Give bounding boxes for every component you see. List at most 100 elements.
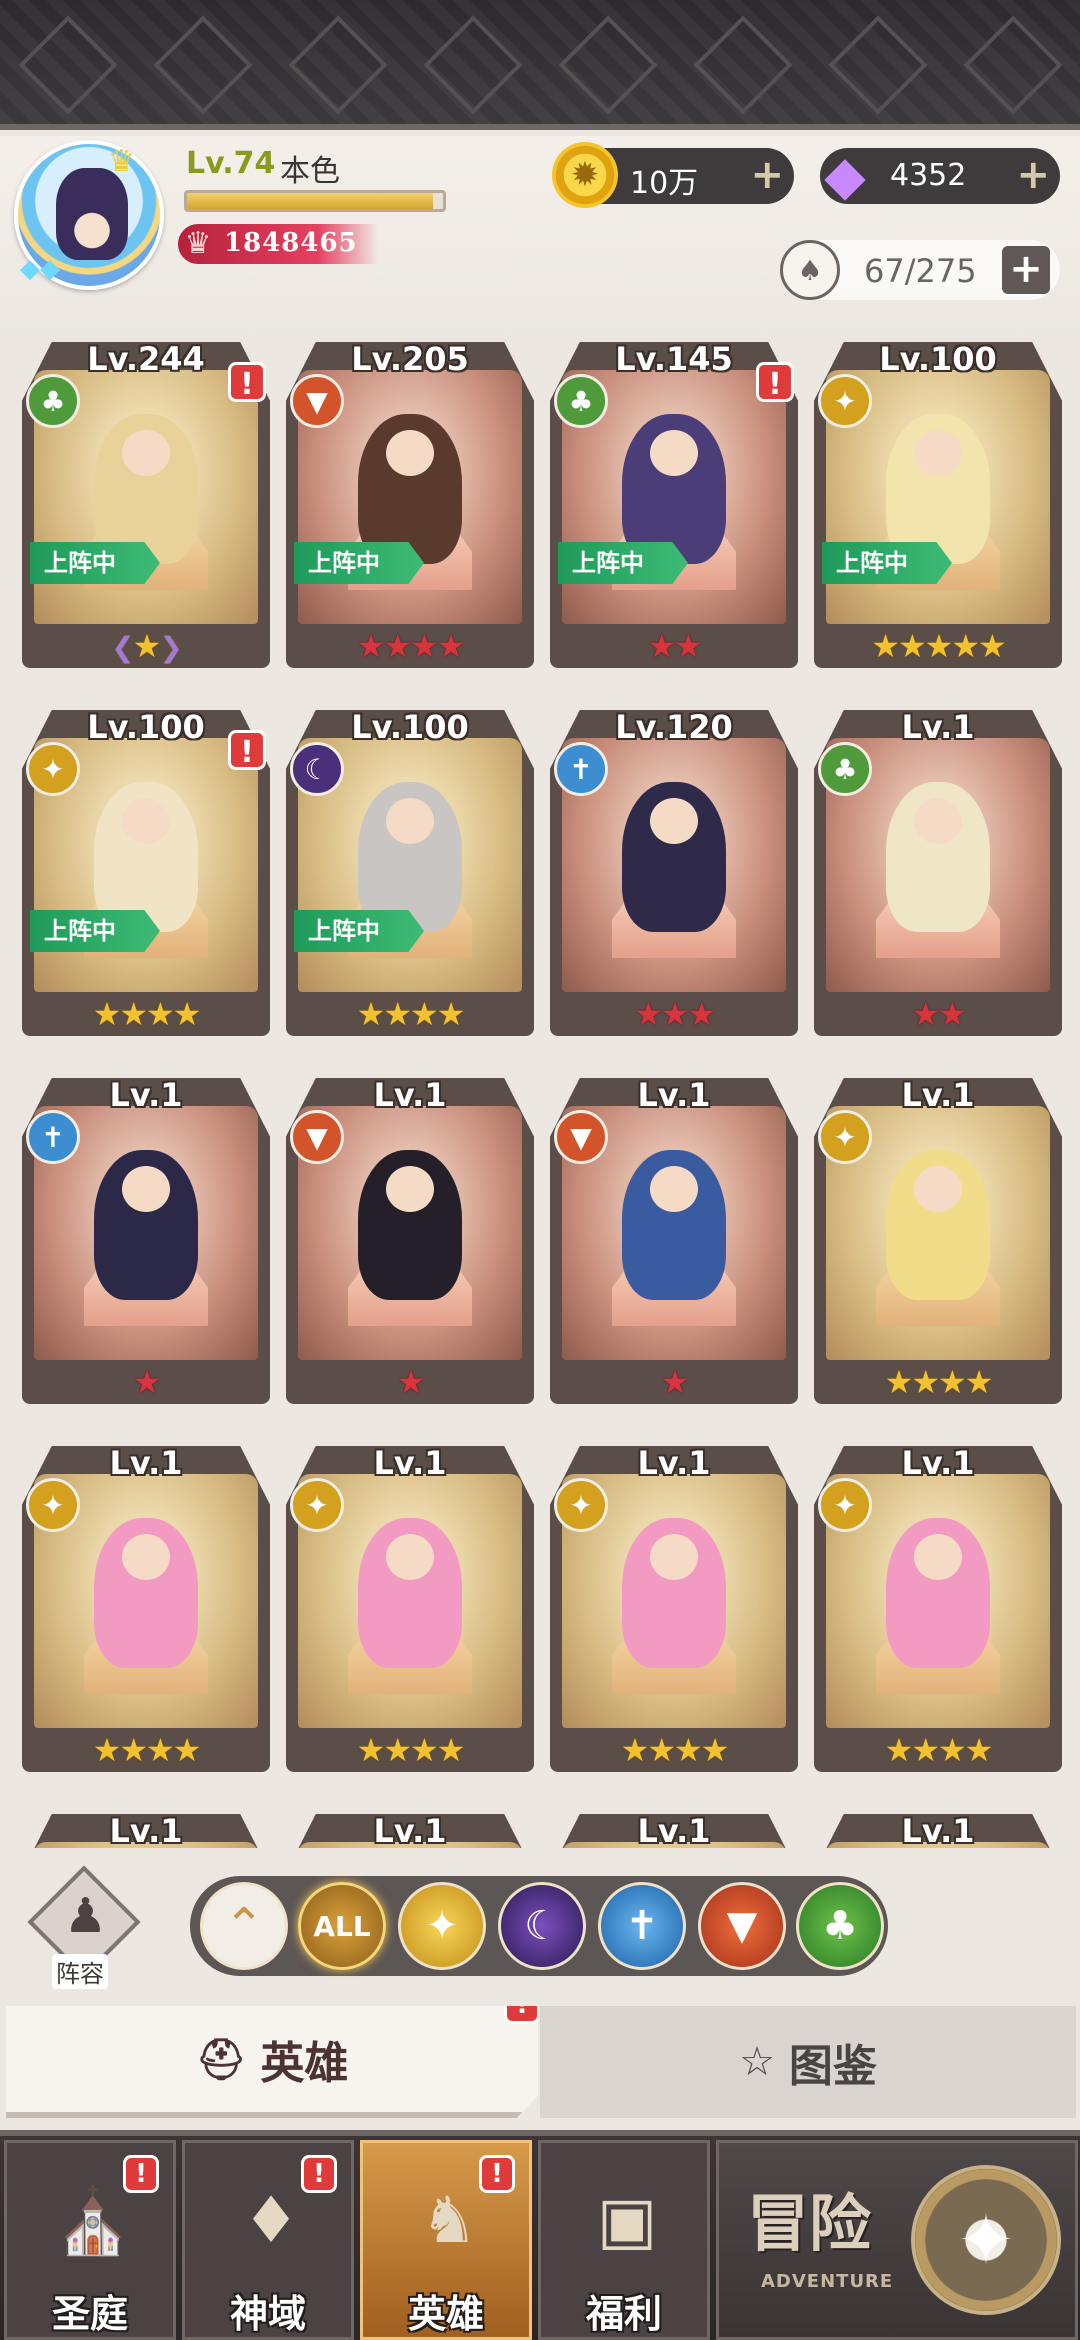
nature-faction-icon: ♣ xyxy=(554,374,608,428)
fire-faction-icon: ▼ xyxy=(290,1110,344,1164)
hero-card[interactable]: Lv.244 ♣! 上阵中 ❮★❯ xyxy=(22,330,270,670)
light-faction-icon: ✦ xyxy=(26,1478,80,1532)
alert-badge: ! xyxy=(228,362,266,402)
avatar-gems-icon: ◆◆ xyxy=(20,254,60,284)
hero-level: Lv.1 xyxy=(373,1812,447,1850)
star-rating: ★★ xyxy=(911,995,966,1033)
hero-sprite xyxy=(94,782,198,932)
filter-dark-button[interactable]: ☾ xyxy=(498,1882,586,1970)
nav-item-divine-realm[interactable]: ♦ ! 神域 xyxy=(182,2140,354,2340)
filter-light-button[interactable]: ✦ xyxy=(398,1882,486,1970)
deployed-tag: 上阵中 xyxy=(30,910,160,952)
hero-level: Lv.1 xyxy=(109,1444,183,1482)
hero-card[interactable]: Lv.1 ♣ ★★ xyxy=(814,698,1062,1038)
combat-power: ♛ 1848465 xyxy=(178,224,378,264)
hero-sprite xyxy=(886,782,990,932)
hero-card[interactable]: Lv.100 ☾ 上阵中 ★★★★ xyxy=(286,698,534,1038)
hero-sprite xyxy=(622,1518,726,1668)
hero-card[interactable]: Lv.100 ✦ 上阵中 ★★★★★ xyxy=(814,330,1062,670)
star-rating: ★ xyxy=(660,1363,690,1401)
exp-bar-fill xyxy=(187,193,433,209)
tab-heroes-label: 英雄 xyxy=(260,2038,349,2089)
hero-sprite xyxy=(622,782,726,932)
hero-level: Lv.1 xyxy=(901,1812,975,1850)
filter-fire-button[interactable]: ▼ xyxy=(698,1882,786,1970)
light-faction-icon: ✦ xyxy=(554,1478,608,1532)
hero-card[interactable]: Lv.1 xyxy=(814,1802,1062,1850)
hero-card[interactable]: Lv.120 ✝ ★★★ xyxy=(550,698,798,1038)
expand-capacity-button[interactable]: + xyxy=(1002,246,1050,294)
hero-capacity: ♠ 67/275 + xyxy=(780,240,1060,300)
nav-badge: ! xyxy=(479,2155,515,2193)
filter-ice-button[interactable]: ✝ xyxy=(598,1882,686,1970)
light-faction-icon: ✦ xyxy=(26,742,80,796)
star-rating: ★★★★ xyxy=(92,1731,202,1769)
star-rating: ★★★★ xyxy=(620,1731,730,1769)
star-rating: ★★★★ xyxy=(356,1731,466,1769)
light-faction-icon: ✦ xyxy=(818,374,872,428)
collapse-up-icon[interactable]: ⌃ xyxy=(200,1882,288,1970)
add-gold-button[interactable]: + xyxy=(750,152,784,198)
hero-card[interactable]: Lv.1 xyxy=(550,1802,798,1850)
power-value: 1848465 xyxy=(224,228,358,258)
adventure-button[interactable]: 冒险 ADVENTURE ✦ xyxy=(716,2140,1078,2340)
tab-heroes[interactable]: ⛑ 英雄 ! xyxy=(6,2006,538,2118)
add-diamond-button[interactable]: + xyxy=(1016,152,1050,198)
star-rating: ★★★ xyxy=(633,995,716,1033)
hero-level: Lv.100 xyxy=(879,340,997,378)
star-rating: ★★★★★ xyxy=(871,627,1006,665)
fire-faction-icon: ▼ xyxy=(290,374,344,428)
hero-level: Lv.1 xyxy=(373,1076,447,1114)
nav-badge: ! xyxy=(301,2155,337,2193)
hero-card[interactable]: Lv.1 ▼ ★ xyxy=(550,1066,798,1406)
hero-card[interactable]: Lv.205 ▼ 上阵中 ★★★★ xyxy=(286,330,534,670)
nature-faction-icon: ♣ xyxy=(26,374,80,428)
pawn-icon: ♟ xyxy=(64,1888,108,1944)
nature-faction-icon: ♣ xyxy=(818,742,872,796)
hero-card[interactable]: Lv.1 xyxy=(286,1802,534,1850)
nav-item-sanctuary[interactable]: ⛪ ! 圣庭 xyxy=(4,2140,176,2340)
hero-capacity-value: 67/275 xyxy=(864,252,977,290)
hero-sprite xyxy=(622,1150,726,1300)
hero-card[interactable]: Lv.1 ✦ ★★★★ xyxy=(286,1434,534,1774)
hero-level: Lv.205 xyxy=(351,340,469,378)
gold-value: 10万 xyxy=(630,166,699,201)
star-rating: ★ xyxy=(396,1363,426,1401)
adventure-subtitle: ADVENTURE xyxy=(761,2271,894,2292)
hero-card[interactable]: Lv.1 xyxy=(22,1802,270,1850)
hero-sprite xyxy=(886,1518,990,1668)
hero-sprite xyxy=(358,1518,462,1668)
hero-card[interactable]: Lv.1 ✦ ★★★★ xyxy=(550,1434,798,1774)
light-faction-icon: ✦ xyxy=(290,1478,344,1532)
deployed-tag: 上阵中 xyxy=(30,542,160,584)
nav-item-welfare[interactable]: ▣ 福利 xyxy=(538,2140,710,2340)
hero-level: Lv.1 xyxy=(637,1444,711,1482)
hero-card[interactable]: Lv.1 ✝ ★ xyxy=(22,1066,270,1406)
hero-card[interactable]: Lv.1 ✦ ★★★★ xyxy=(22,1434,270,1774)
nav-label: 圣庭 xyxy=(51,2292,128,2336)
hero-card[interactable]: Lv.100 ✦! 上阵中 ★★★★ xyxy=(22,698,270,1038)
tab-codex[interactable]: ☆ 图鉴 xyxy=(540,2006,1076,2118)
hero-helmet-icon: ⛑ xyxy=(195,2036,247,2083)
hero-card[interactable]: Lv.1 ✦ ★★★★ xyxy=(814,1434,1062,1774)
exp-bar xyxy=(184,190,446,212)
top-decorative-band xyxy=(0,0,1080,130)
ice-faction-icon: ✝ xyxy=(26,1110,80,1164)
hero-level: Lv.1 xyxy=(901,1076,975,1114)
ice-faction-icon: ✝ xyxy=(554,742,608,796)
filter-nature-button[interactable]: ♣ xyxy=(796,1882,884,1970)
hero-card[interactable]: Lv.1 ▼ ★ xyxy=(286,1066,534,1406)
hero-level: Lv.1 xyxy=(637,1076,711,1114)
deployed-tag: 上阵中 xyxy=(558,542,688,584)
fire-faction-icon: ▼ xyxy=(554,1110,608,1164)
hero-card[interactable]: Lv.145 ♣! 上阵中 ★★ xyxy=(550,330,798,670)
lineup-button[interactable]: ♟ 阵容 xyxy=(27,1865,141,1989)
nav-item-heroes[interactable]: ♞ ! 英雄 xyxy=(360,2140,532,2340)
hero-level: Lv.100 xyxy=(351,708,469,746)
star-rating: ★★★★ xyxy=(356,995,466,1033)
diamond-value: 4352 xyxy=(890,158,967,193)
filter-all-button[interactable]: ALL xyxy=(298,1882,386,1970)
hero-card[interactable]: Lv.1 ✦ ★★★★ xyxy=(814,1066,1062,1406)
nav-label: 神域 xyxy=(229,2292,306,2336)
player-avatar[interactable]: ♛ ◆◆ xyxy=(14,140,164,290)
